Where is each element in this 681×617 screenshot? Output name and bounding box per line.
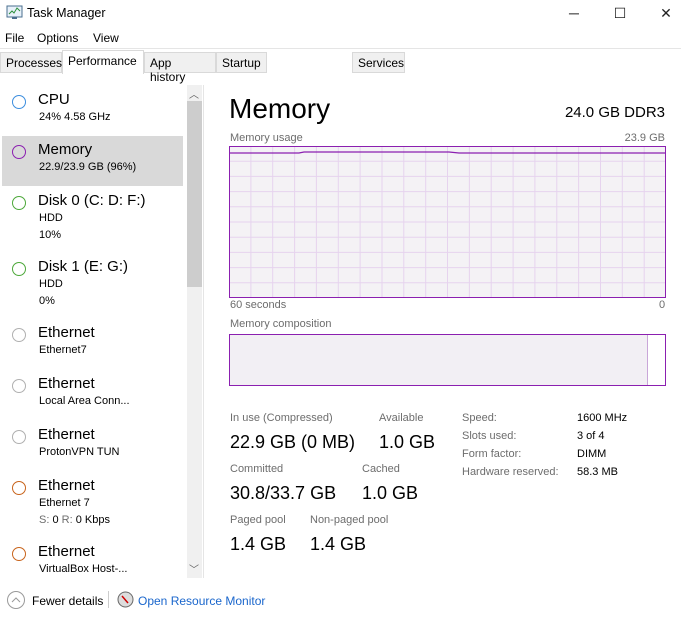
tab-app-history[interactable]: App history <box>144 52 216 84</box>
close-button[interactable]: ✕ <box>643 0 681 26</box>
available-value: 1.0 GB <box>379 432 436 452</box>
divider <box>108 591 109 608</box>
sidebar-item-title: Memory <box>38 141 93 158</box>
in-use-label: In use (Compressed) <box>230 412 333 424</box>
tab-performance[interactable]: Performance <box>62 50 144 74</box>
cached-value: 1.0 GB <box>362 483 419 503</box>
fewer-details-button[interactable]: Fewer details <box>32 594 103 608</box>
status-circle-icon <box>12 481 26 495</box>
memory-spec: 24.0 GB DDR3 <box>564 104 665 121</box>
sidebar-item-ethernet[interactable]: Ethernet ProtonVPN TUN <box>2 421 183 471</box>
send-value: 0 <box>52 514 59 526</box>
status-circle-icon <box>12 379 26 393</box>
sidebar-item-title: Ethernet <box>38 375 95 392</box>
status-circle-icon <box>12 95 26 109</box>
committed-value: 30.8/33.7 GB <box>230 483 337 503</box>
sidebar-item-title: CPU <box>38 91 70 108</box>
status-circle-icon <box>12 328 26 342</box>
usage-label: Memory usage <box>230 132 303 144</box>
tab-startup[interactable]: Startup <box>216 52 267 73</box>
status-circle-icon <box>12 196 26 210</box>
sidebar-item-disk-1-e-g-[interactable]: Disk 1 (E: G:) HDD 0% <box>2 253 183 313</box>
sidebar-item-subtitle: Ethernet7 <box>39 344 87 356</box>
paged-pool-value: 1.4 GB <box>230 534 287 554</box>
time-left-label: 60 seconds <box>230 299 287 311</box>
status-circle-icon <box>12 547 26 561</box>
tab-processes[interactable]: Processes <box>0 52 62 73</box>
menu-view[interactable]: View <box>93 31 119 45</box>
sidebar-item-title: Ethernet <box>38 543 95 560</box>
in-use-segment <box>230 335 648 385</box>
sidebar-item-title: Ethernet <box>38 426 95 443</box>
available-label: Available <box>379 412 424 424</box>
window-title: Task Manager <box>27 6 106 20</box>
usage-max: 23.9 GB <box>624 132 665 144</box>
sidebar-item-subtitle: HDD <box>39 278 63 290</box>
cached-label: Cached <box>362 463 400 475</box>
scroll-up-icon[interactable]: ︿ <box>189 86 199 101</box>
spec-value: DIMM <box>577 448 607 460</box>
open-resource-monitor-link[interactable]: Open Resource Monitor <box>138 594 265 608</box>
sidebar-item-ethernet[interactable]: Ethernet Ethernet7 <box>2 319 183 369</box>
menu-options[interactable]: Options <box>37 31 78 45</box>
spec-value: 1600 MHz <box>577 412 628 424</box>
sidebar-item-ethernet[interactable]: Ethernet VirtualBox Host-... <box>2 538 183 588</box>
task-manager-icon <box>6 5 23 19</box>
nonpaged-pool-value: 1.4 GB <box>310 534 367 554</box>
sidebar-item-ethernet[interactable]: Ethernet Local Area Conn... <box>2 370 183 420</box>
collapse-icon[interactable] <box>6 590 26 610</box>
sidebar-item-title: Disk 1 (E: G:) <box>38 258 129 275</box>
sidebar-item-subtitle: ProtonVPN TUN <box>39 446 120 458</box>
status-circle-icon <box>12 262 26 276</box>
spec-label: Speed: <box>462 412 497 424</box>
sidebar-item-subtitle: HDD <box>39 212 63 224</box>
sidebar-item-subtitle: Ethernet 7 <box>39 497 90 509</box>
page-title: Memory <box>229 93 331 124</box>
receive-value: 0 Kbps <box>75 514 110 526</box>
sidebar-item-detail: 0% <box>39 295 55 307</box>
menu-file[interactable]: File <box>5 31 24 45</box>
sidebar-item-subtitle: 22.9/23.9 GB (96%) <box>39 161 137 173</box>
composition-label: Memory composition <box>230 318 332 330</box>
maximize-button[interactable]: ☐ <box>597 0 643 26</box>
spec-value: 3 of 4 <box>577 430 605 442</box>
committed-label: Committed <box>230 463 284 475</box>
time-right-label: 0 <box>659 299 666 311</box>
sidebar-item-subtitle: 24% 4.58 GHz <box>39 111 111 123</box>
sidebar-item-detail: 10% <box>39 229 62 241</box>
divider <box>0 48 681 49</box>
sidebar-item-cpu[interactable]: CPU 24% 4.58 GHz <box>2 86 183 136</box>
sidebar-item-ethernet[interactable]: Ethernet Ethernet 7 S: 0 R: 0 Kbps <box>2 472 183 532</box>
sidebar-item-subtitle: VirtualBox Host-... <box>39 563 128 575</box>
scrollbar-thumb[interactable] <box>187 101 202 287</box>
nonpaged-pool-label: Non-paged pool <box>310 514 389 526</box>
spec-value: 58.3 MB <box>577 466 618 478</box>
sidebar-item-disk-0-c-d-f-[interactable]: Disk 0 (C: D: F:) HDD 10% <box>2 187 183 247</box>
spec-label: Hardware reserved: <box>462 466 559 478</box>
divider <box>203 85 204 578</box>
receive-label: R: <box>61 514 73 526</box>
sidebar-item-memory[interactable]: Memory 22.9/23.9 GB (96%) <box>2 136 183 186</box>
spec-label: Slots used: <box>462 430 517 442</box>
resource-monitor-icon <box>117 591 134 608</box>
sidebar-item-title: Ethernet <box>38 477 95 494</box>
status-circle-icon <box>12 430 26 444</box>
spec-label: Form factor: <box>462 448 522 460</box>
scroll-down-icon[interactable]: ﹀ <box>189 561 199 576</box>
send-label: S: <box>39 514 50 526</box>
tab-services[interactable]: Services <box>352 52 405 73</box>
sidebar-item-title: Ethernet <box>38 324 95 341</box>
memory-composition-bar <box>229 334 666 386</box>
sidebar-item-subtitle: Local Area Conn... <box>39 395 130 407</box>
in-use-value: 22.9 GB (0 MB) <box>230 432 356 452</box>
minimize-button[interactable]: ─ <box>551 0 597 26</box>
memory-usage-graph <box>229 146 666 298</box>
status-circle-icon <box>12 145 26 159</box>
sidebar-item-title: Disk 0 (C: D: F:) <box>38 192 146 209</box>
sidebar-item-throughput: S: 0 R: 0 Kbps <box>39 514 110 526</box>
paged-pool-label: Paged pool <box>230 514 286 526</box>
